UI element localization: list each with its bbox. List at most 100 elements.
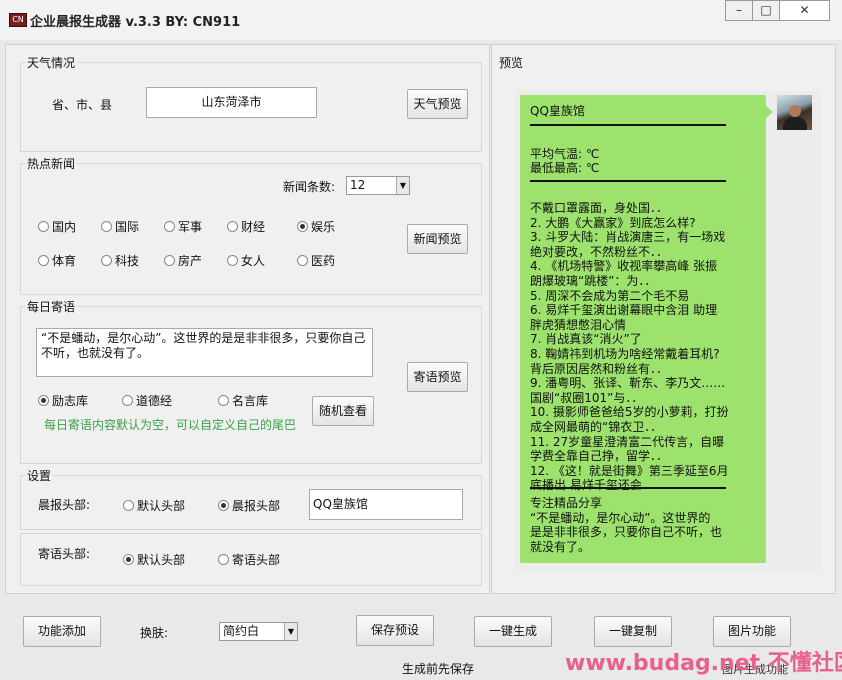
save-hint: 生成前先保存 xyxy=(402,662,475,676)
daily-quote-group-label: 每日寄语 xyxy=(25,298,78,315)
news-preview-button[interactable]: 新闻预览 xyxy=(407,224,468,254)
radio-icon xyxy=(101,255,112,266)
preview-news-line: 背后原因居然和粉丝有．． xyxy=(530,361,669,376)
preview-news-line: 11. 27岁童星澄清富二代传言，自曝 xyxy=(530,434,725,449)
preview-news-line: 成全网最萌的“锦衣卫．． xyxy=(530,420,663,434)
maximize-icon[interactable]: □ xyxy=(752,0,780,21)
weather-preview-button[interactable]: 天气预览 xyxy=(407,89,468,119)
news-category-domestic[interactable]: 国内 xyxy=(38,218,76,235)
preview-news-line: 7. 肖战真该“消火”了 xyxy=(530,332,642,347)
preview-news-line: 8. 鞠婧祎到机场为啥经常戴着耳机? xyxy=(530,347,720,361)
news-category-realestate[interactable]: 房产 xyxy=(164,252,202,269)
preview-news-line: 5. 周深不会成为第二个毛不易 xyxy=(530,288,690,303)
preview-avg-temp: 平均气温: ℃ xyxy=(530,147,600,161)
copy-button[interactable]: 一键复制 xyxy=(594,616,672,647)
radio-icon xyxy=(164,255,175,266)
preview-footer-line: 是是非非很多，只要你自己不听，也 xyxy=(530,525,723,540)
header-option-default[interactable]: 默认头部 xyxy=(123,497,185,514)
chevron-down-icon[interactable]: ▼ xyxy=(396,177,409,194)
preview-divider xyxy=(530,124,726,126)
radio-icon xyxy=(227,221,238,232)
news-category-women[interactable]: 女人 xyxy=(227,252,265,269)
radio-selected-icon xyxy=(123,554,134,565)
preview-news-line: 胖虎猜想憋泪心情 xyxy=(530,317,627,332)
image-feature-button[interactable]: 图片功能 xyxy=(713,616,791,647)
daily-quote-textarea[interactable]: “不是蟠动，是尔心动”。这世界的是是非非很多，只要你自己不听，也就没有了。 xyxy=(36,328,373,377)
news-group-label: 热点新闻 xyxy=(25,155,78,172)
news-count-select[interactable]: 12 ▼ xyxy=(346,176,410,195)
chevron-down-icon[interactable]: ▼ xyxy=(284,623,297,640)
location-input[interactable]: 山东菏泽市 xyxy=(146,87,317,118)
preview-news-line: 2. 大鹏《大赢家》到底怎么样? xyxy=(530,215,696,230)
news-category-finance[interactable]: 财经 xyxy=(227,218,265,235)
add-feature-button[interactable]: 功能添加 xyxy=(23,616,101,647)
avatar-face xyxy=(789,105,801,117)
radio-icon xyxy=(297,255,308,266)
minimize-icon[interactable]: – xyxy=(725,0,753,21)
news-count-value: 12 xyxy=(350,178,366,192)
settings-group-label: 设置 xyxy=(25,467,54,484)
app-icon: CN xyxy=(9,13,27,27)
radio-icon xyxy=(38,255,49,266)
preview-news-line: 学费全靠自己挣，留学．． xyxy=(530,449,669,464)
preview-news-line: 国剧“叔圈101”与．． xyxy=(530,390,644,405)
preview-news-line: 10. 摄影师爸爸给5岁的小萝莉，打扮 xyxy=(530,405,729,420)
quote-header-option-default[interactable]: 默认头部 xyxy=(123,551,185,568)
news-category-sports[interactable]: 体育 xyxy=(38,252,76,269)
news-count-label: 新闻条数: xyxy=(283,180,336,194)
preview-divider xyxy=(530,180,726,182)
preview-news-line: 朗爆玻璃“跳楼”：为．． xyxy=(530,274,657,288)
radio-selected-icon xyxy=(38,395,49,406)
preview-news-line: 不戴口罩露面，身处国．． xyxy=(530,201,669,215)
news-category-international[interactable]: 国际 xyxy=(101,218,139,235)
random-view-button[interactable]: 随机查看 xyxy=(312,396,374,426)
preview-bubble: QQ皇族馆 平均气温: ℃ 最低最高: ℃ 不戴口罩露面，身处国．． 2. 大鹏… xyxy=(520,95,766,563)
quote-preview-button[interactable]: 寄语预览 xyxy=(407,362,468,392)
preview-news-line: 绝对要改，不然粉丝不．． xyxy=(530,244,669,259)
site-watermark: www.budag.net 不懂社区 xyxy=(565,651,842,676)
radio-icon xyxy=(38,221,49,232)
preview-news-line: 9. 潘粤明、张译、靳东、李乃文…… xyxy=(530,376,726,391)
preview-news-line: 3. 斗罗大陆：肖战演唐三，有一场戏 xyxy=(530,230,726,245)
close-icon[interactable]: ✕ xyxy=(779,0,830,21)
skin-select[interactable]: 简约白 ▼ xyxy=(219,622,298,641)
preview-footer-line: “不是蟠动，是尔心动”。这世界的 xyxy=(530,510,711,525)
quote-header-label: 寄语头部: xyxy=(38,547,91,561)
morning-header-label: 晨报头部: xyxy=(38,498,91,512)
location-label: 省、市、县 xyxy=(52,98,113,112)
window-title: 企业晨报生成器 v.3.3 BY: CN911 xyxy=(30,15,241,30)
preview-footer-line: 就没有了。 xyxy=(530,539,591,554)
radio-icon xyxy=(101,221,112,232)
radio-icon xyxy=(218,395,229,406)
preview-temp-range: 最低最高: ℃ xyxy=(530,161,600,175)
news-category-entertainment[interactable]: 娱乐 xyxy=(297,218,335,235)
radio-icon xyxy=(227,255,238,266)
radio-selected-icon xyxy=(218,500,229,511)
window-controls: – □ ✕ xyxy=(725,0,830,21)
generate-button[interactable]: 一键生成 xyxy=(474,616,552,647)
avatar xyxy=(777,95,812,130)
quote-source-quotes[interactable]: 名言库 xyxy=(218,392,268,409)
news-category-medicine[interactable]: 医药 xyxy=(297,252,335,269)
radio-icon xyxy=(123,500,134,511)
preview-news-line: 6. 易烊千玺演出谢幕眼中含泪 助理 xyxy=(530,303,718,318)
quote-source-daodejing[interactable]: 道德经 xyxy=(122,392,172,409)
quote-header-option-quote[interactable]: 寄语头部 xyxy=(218,551,280,568)
avatar-body xyxy=(783,117,807,130)
preview-header: QQ皇族馆 xyxy=(530,104,585,118)
save-preset-button[interactable]: 保存预设 xyxy=(356,615,434,646)
news-category-tech[interactable]: 科技 xyxy=(101,252,139,269)
header-text-input[interactable]: QQ皇族馆 xyxy=(309,489,463,520)
skin-value: 简约白 xyxy=(223,624,260,638)
quote-source-inspiration[interactable]: 励志库 xyxy=(38,392,88,409)
radio-icon xyxy=(164,221,175,232)
news-category-military[interactable]: 军事 xyxy=(164,218,202,235)
header-option-morning[interactable]: 晨报头部 xyxy=(218,497,280,514)
weather-group-label: 天气情况 xyxy=(25,54,78,71)
radio-icon xyxy=(218,554,229,565)
preview-divider xyxy=(530,487,726,489)
preview-news-line: 4. 《机场特警》收视率攀高峰 张振 xyxy=(530,259,718,274)
preview-news-line: 底播出 易烊千玺还会．． xyxy=(530,478,660,493)
preview-footer-title: 专注精品分享 xyxy=(530,496,603,510)
skin-label: 换肤: xyxy=(140,626,169,640)
